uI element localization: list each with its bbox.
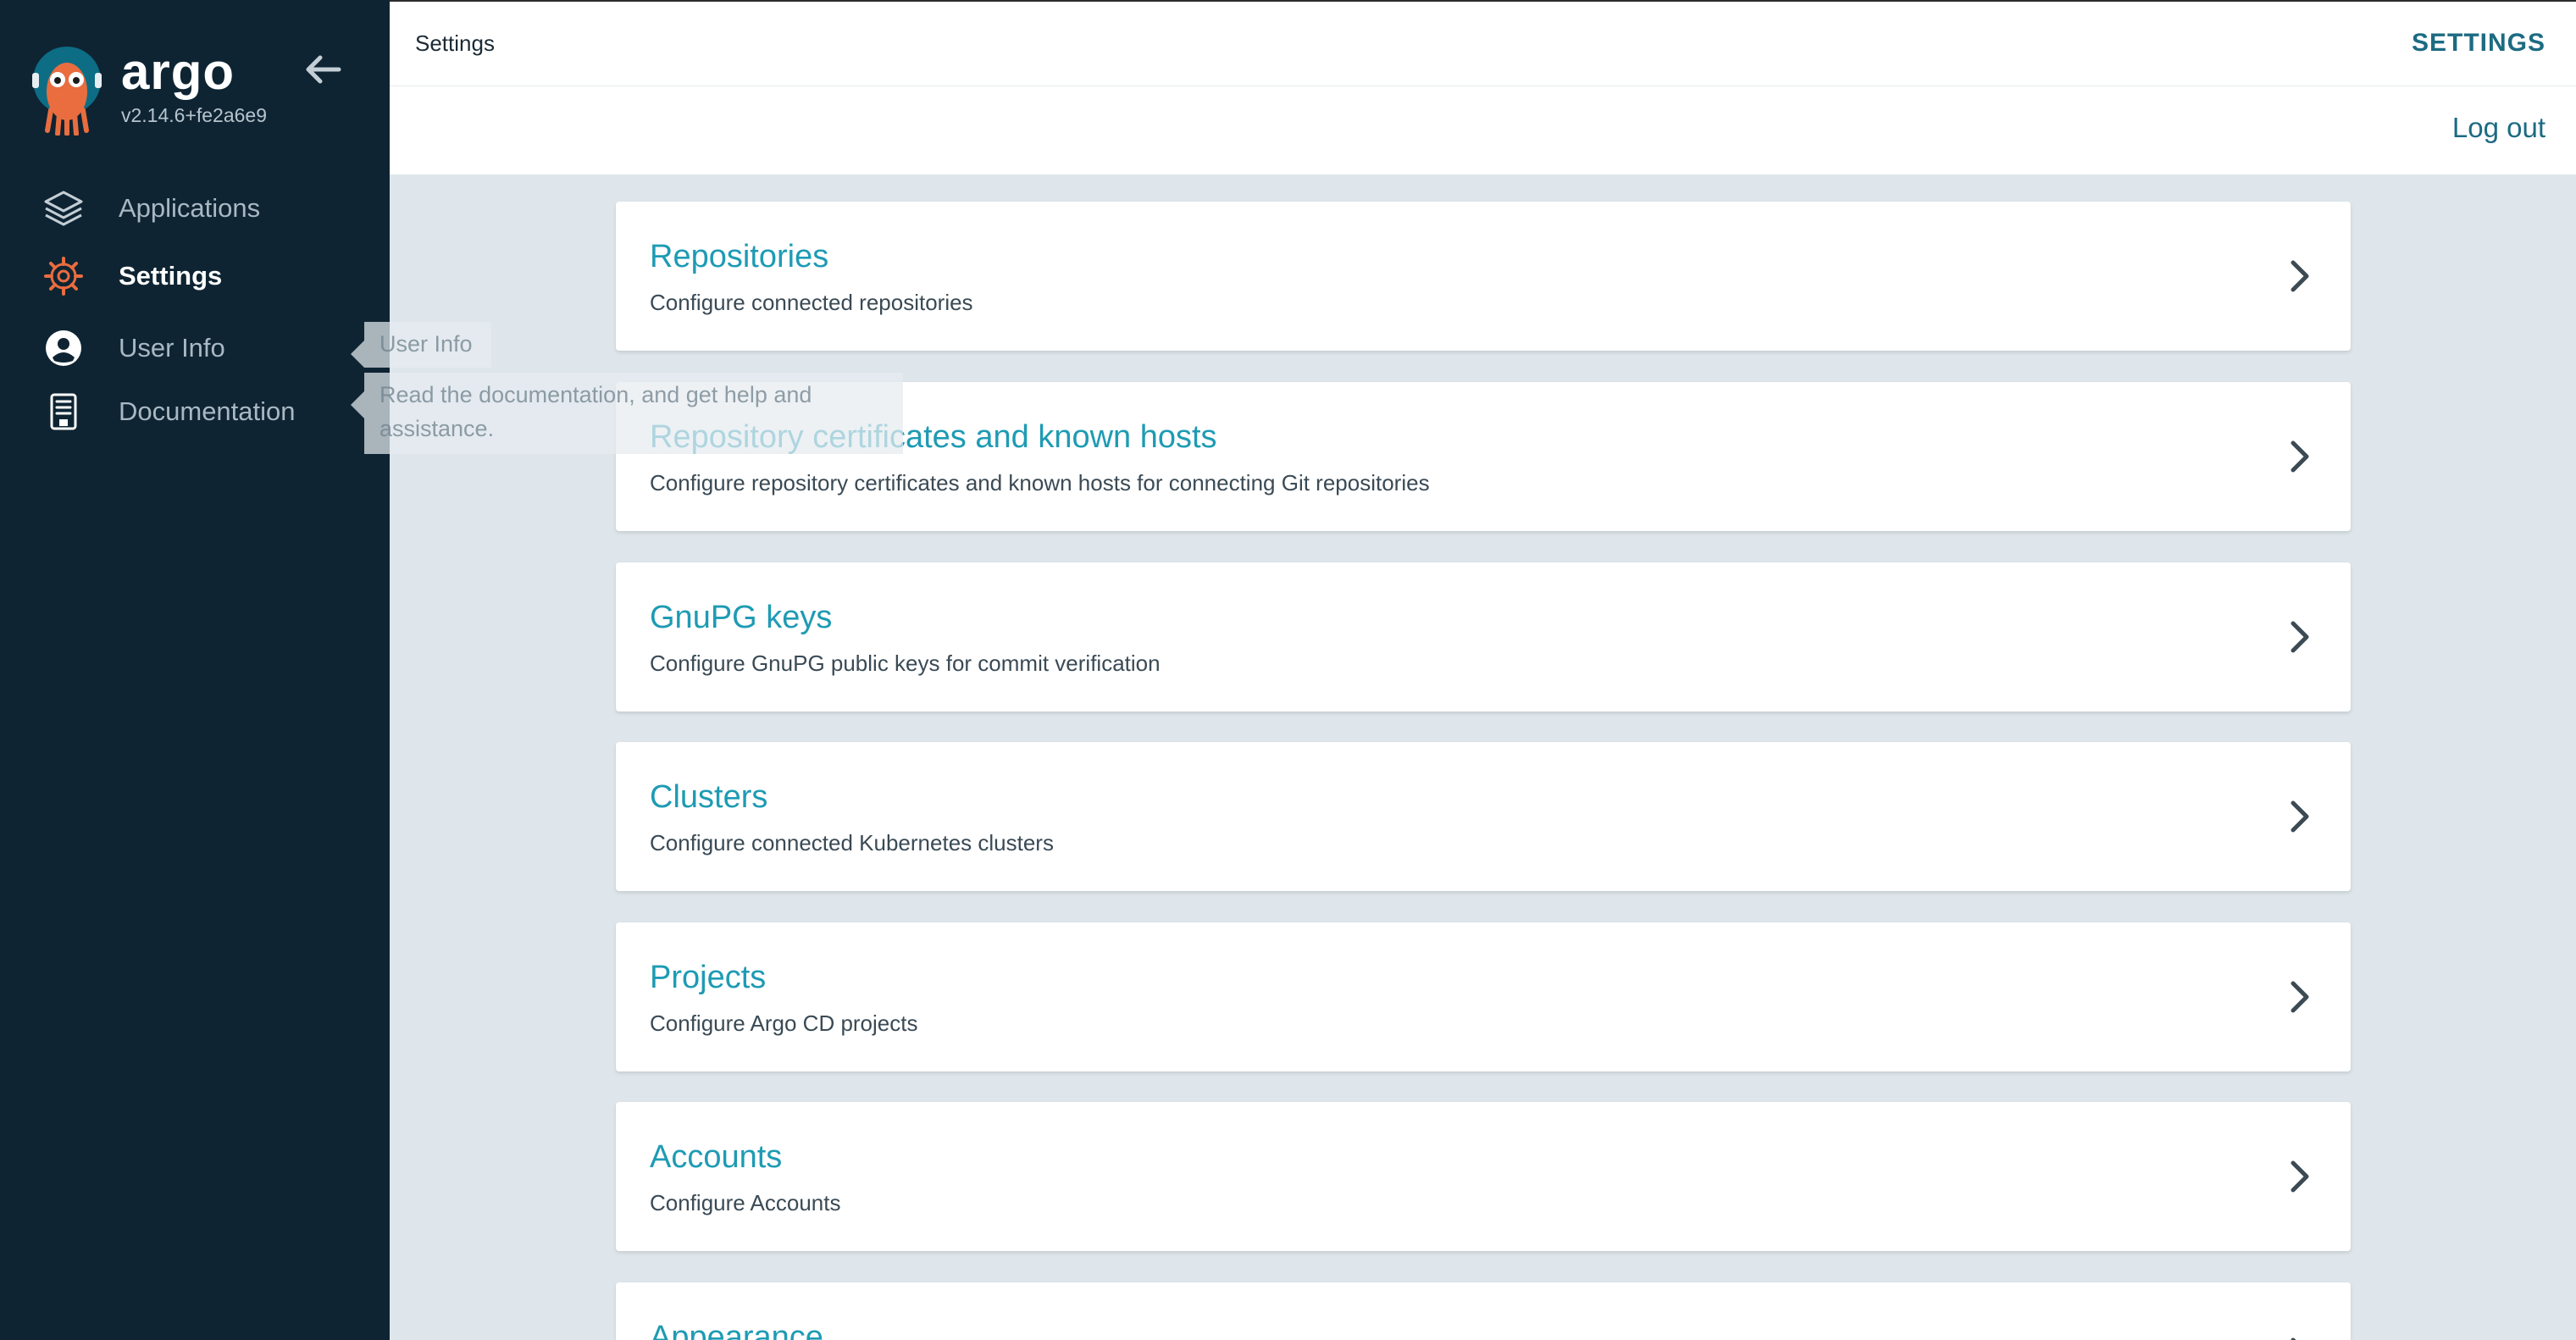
- sidebar-item-label: Settings: [119, 261, 223, 291]
- settings-card-accounts[interactable]: Accounts Configure Accounts: [616, 1102, 2351, 1251]
- chevron-right-icon: [2286, 977, 2313, 1017]
- brand-name: argo: [121, 43, 235, 100]
- settings-card-projects[interactable]: Projects Configure Argo CD projects: [616, 922, 2351, 1071]
- page-title: SETTINGS: [2411, 29, 2546, 57]
- card-description: Configure connected repositories: [650, 290, 973, 315]
- card-description: Configure GnuPG public keys for commit v…: [650, 651, 1161, 676]
- settings-card-appearance[interactable]: Appearance: [616, 1282, 2351, 1340]
- settings-card-clusters[interactable]: Clusters Configure connected Kubernetes …: [616, 742, 2351, 891]
- version-label: v2.14.6+fe2a6e9: [121, 104, 268, 126]
- documentation-tooltip: Read the documentation, and get help and…: [351, 373, 903, 454]
- breadcrumb[interactable]: Settings: [415, 30, 495, 57]
- sidebar-item-documentation[interactable]: Documentation: [0, 382, 390, 441]
- chevron-right-icon: [2286, 617, 2313, 657]
- card-title: Projects: [650, 960, 767, 995]
- action-bar: Log out: [390, 86, 2576, 174]
- sidebar-item-user-info[interactable]: User Info: [0, 318, 390, 378]
- card-title: GnuPG keys: [650, 600, 833, 635]
- card-title: Repositories: [650, 239, 829, 274]
- chevron-right-icon: [2286, 796, 2313, 837]
- chevron-right-icon: [2286, 256, 2313, 296]
- user-info-tooltip: User Info: [351, 322, 491, 368]
- collapse-sidebar-icon[interactable]: [302, 51, 344, 88]
- sidebar-item-label: Documentation: [119, 396, 296, 426]
- user-circle-icon: [42, 327, 85, 369]
- top-bar: Settings SETTINGS: [390, 0, 2576, 86]
- chevron-right-icon: [2286, 1333, 2313, 1340]
- layers-icon: [42, 187, 85, 230]
- card-description: Configure repository certificates and kn…: [650, 470, 1430, 496]
- logout-link[interactable]: Log out: [2452, 112, 2546, 144]
- sidebar-item-applications[interactable]: Applications: [0, 179, 390, 238]
- chevron-right-icon: [2286, 436, 2313, 477]
- card-description: Configure connected Kubernetes clusters: [650, 830, 1054, 855]
- settings-card-repositories[interactable]: Repositories Configure connected reposit…: [616, 202, 2351, 351]
- settings-card-gnupg-keys[interactable]: GnuPG keys Configure GnuPG public keys f…: [616, 562, 2351, 712]
- gear-icon: [42, 255, 85, 297]
- card-title: Clusters: [650, 779, 768, 815]
- argo-logo[interactable]: [29, 42, 105, 136]
- sidebar-item-label: Applications: [119, 193, 261, 223]
- card-title: Appearance: [650, 1320, 823, 1340]
- book-icon: [42, 390, 85, 433]
- sidebar: argo v2.14.6+fe2a6e9 Applications Settin…: [0, 0, 390, 1340]
- sidebar-item-label: User Info: [119, 333, 225, 363]
- card-description: Configure Argo CD projects: [650, 1011, 918, 1036]
- sidebar-item-settings[interactable]: Settings: [0, 246, 390, 306]
- card-description: Configure Accounts: [650, 1190, 841, 1215]
- chevron-right-icon: [2286, 1156, 2313, 1197]
- card-title: Accounts: [650, 1139, 783, 1175]
